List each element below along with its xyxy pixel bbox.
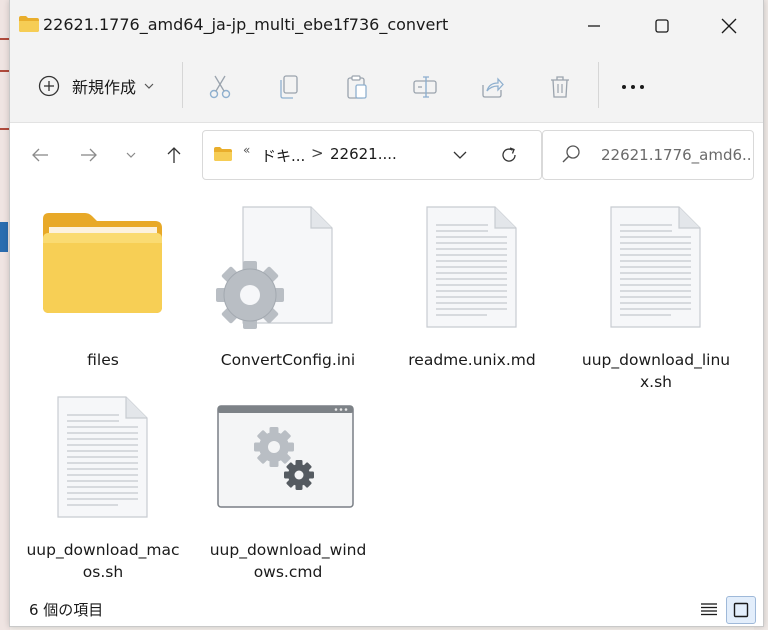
details-view-button[interactable] — [695, 596, 723, 622]
chevron-down-icon — [126, 152, 136, 158]
file-item[interactable]: uup_download_macos.sh — [23, 389, 183, 581]
toolbar-divider — [598, 62, 599, 108]
share-button[interactable] — [475, 70, 509, 104]
rename-button[interactable] — [408, 70, 442, 104]
folder-icon — [19, 16, 39, 32]
large-icons-view-button[interactable] — [726, 596, 756, 624]
forward-button[interactable] — [75, 141, 103, 169]
cut-icon — [209, 75, 231, 99]
file-name: readme.unix.md — [408, 351, 536, 369]
file-explorer-window: 22621.1776_amd64_ja-jp_multi_ebe1f736_co… — [9, 0, 764, 627]
new-button-label: 新規作成 — [72, 78, 137, 97]
config-file-icon — [216, 206, 333, 329]
file-item[interactable]: uup_download_windows.cmd — [208, 389, 368, 581]
up-button[interactable] — [160, 141, 188, 169]
folder-icon — [43, 213, 162, 313]
new-button[interactable]: 新規作成 — [30, 66, 170, 106]
share-icon — [482, 77, 504, 98]
file-name: ConvertConfig.ini — [220, 351, 356, 369]
arrow-right-icon — [81, 148, 97, 162]
breadcrumb-current-folder[interactable]: 22621.... — [330, 145, 397, 163]
file-view: files ConvertConfig.ini readme.unix.md u… — [10, 186, 763, 590]
rename-icon — [413, 76, 437, 98]
file-item[interactable]: ConvertConfig.ini — [208, 199, 368, 389]
breadcrumb-separator: > — [311, 144, 324, 162]
minimize-button[interactable] — [560, 0, 628, 52]
close-button[interactable] — [695, 0, 763, 52]
more-options-button[interactable] — [616, 70, 650, 104]
cmd-file-icon — [217, 405, 354, 508]
item-count: 6 個の項目 — [29, 601, 104, 619]
status-bar: 6 個の項目 — [10, 592, 763, 626]
minimize-icon — [588, 25, 600, 27]
close-icon — [721, 18, 737, 34]
copy-button[interactable] — [272, 70, 306, 104]
file-name: uup_download_linux.sh — [581, 351, 731, 391]
copy-icon — [280, 75, 298, 99]
maximize-icon — [655, 19, 669, 33]
chevron-down-icon — [144, 83, 154, 89]
recent-locations-button[interactable] — [117, 141, 145, 169]
breadcrumb-overflow[interactable]: « — [243, 143, 250, 157]
search-input[interactable] — [599, 143, 753, 167]
delete-button[interactable] — [543, 70, 577, 104]
large-icons-view-icon — [733, 602, 749, 618]
navigation-bar: « ドキ... > 22621.... — [10, 123, 763, 185]
breadcrumb-documents[interactable]: ドキ... — [261, 145, 305, 166]
title-bar[interactable]: 22621.1776_amd64_ja-jp_multi_ebe1f736_co… — [10, 0, 763, 52]
file-item[interactable]: readme.unix.md — [392, 199, 552, 389]
text-file-icon — [426, 206, 517, 328]
arrow-left-icon — [32, 148, 48, 162]
text-file-icon — [57, 396, 148, 518]
arrow-up-icon — [167, 147, 181, 163]
refresh-icon — [502, 147, 516, 162]
plus-circle-icon — [38, 75, 60, 97]
toolbar-divider — [182, 62, 183, 108]
search-box[interactable] — [542, 130, 754, 180]
delete-icon — [551, 76, 569, 98]
file-item[interactable]: files — [23, 199, 183, 389]
more-icon — [622, 85, 644, 89]
chevron-down-icon — [453, 151, 467, 159]
address-bar[interactable]: « ドキ... > 22621.... — [202, 130, 542, 180]
paste-button[interactable] — [340, 70, 374, 104]
file-item[interactable]: uup_download_linux.sh — [576, 199, 736, 391]
cut-button[interactable] — [203, 70, 237, 104]
address-history-button[interactable] — [446, 143, 474, 167]
file-name: uup_download_windows.cmd — [209, 541, 367, 581]
details-view-icon — [701, 603, 717, 616]
refresh-button[interactable] — [495, 143, 523, 167]
folder-icon — [214, 147, 232, 161]
back-button[interactable] — [26, 141, 54, 169]
command-bar: 新規作成 — [10, 52, 763, 123]
text-file-icon — [610, 206, 701, 328]
file-name: uup_download_macos.sh — [26, 541, 180, 581]
paste-icon — [347, 75, 367, 99]
window-title: 22621.1776_amd64_ja-jp_multi_ebe1f736_co… — [43, 15, 449, 34]
file-name: files — [87, 351, 119, 369]
maximize-button[interactable] — [628, 0, 696, 52]
search-icon — [562, 145, 580, 163]
